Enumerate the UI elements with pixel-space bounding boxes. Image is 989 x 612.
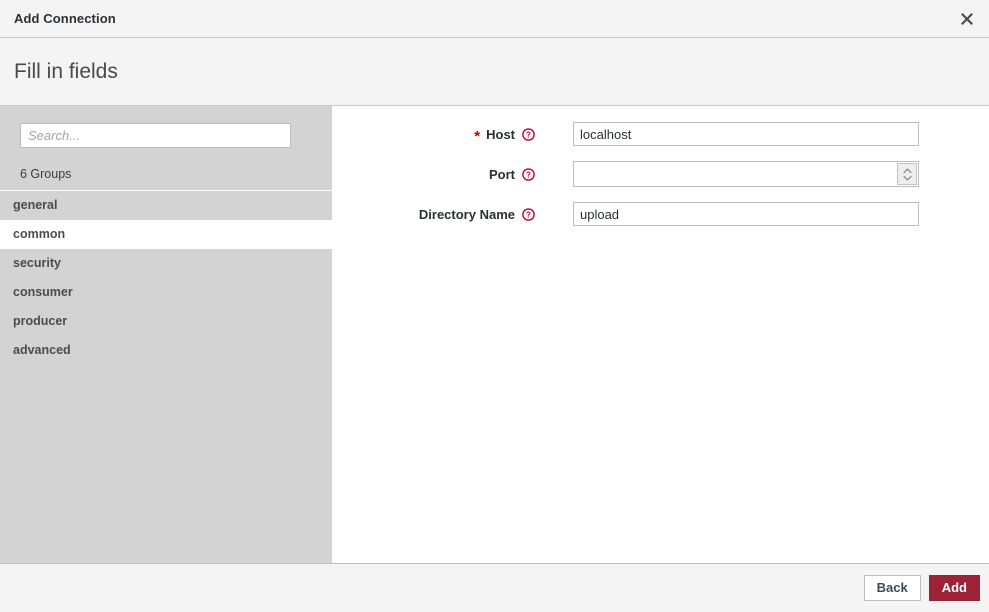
page-title: Fill in fields (14, 59, 118, 83)
search-wrap (0, 123, 332, 148)
field-control-port (573, 161, 919, 187)
field-label-text-directory-name: Directory Name (418, 206, 515, 222)
help-circle-icon[interactable]: ? (522, 207, 535, 221)
back-button[interactable]: Back (863, 575, 921, 601)
sidebar-item-general[interactable]: general (0, 191, 332, 220)
field-row-host: * Host ? (332, 120, 989, 148)
port-input[interactable] (573, 161, 919, 187)
group-list: general common security consumer produce… (0, 190, 332, 365)
field-label-text-port: Port (489, 166, 515, 182)
required-marker-host: * (474, 127, 481, 145)
field-control-directory-name (573, 202, 919, 226)
svg-text:?: ? (526, 210, 531, 219)
add-button[interactable]: Add (928, 575, 980, 601)
field-row-directory-name: Directory Name ? (332, 200, 989, 228)
sidebar-item-producer[interactable]: producer (0, 307, 332, 336)
dialog-footer: Back Add (0, 563, 989, 612)
spinner-stepper-icon[interactable] (897, 163, 917, 185)
sidebar-item-security[interactable]: security (0, 249, 332, 278)
port-spinner (573, 161, 919, 187)
search-input[interactable] (20, 123, 291, 148)
close-icon[interactable] (953, 5, 981, 33)
help-circle-icon[interactable]: ? (522, 167, 535, 181)
directory-name-input[interactable] (573, 202, 919, 226)
host-input[interactable] (573, 122, 919, 146)
dialog-titlebar: Add Connection (0, 0, 989, 38)
groups-sidebar: 6 Groups general common security consume… (0, 106, 332, 563)
sidebar-filler (0, 365, 332, 563)
sidebar-top: 6 Groups (0, 106, 332, 190)
sidebar-item-advanced[interactable]: advanced (0, 336, 332, 365)
field-label-directory-name: Directory Name ? (332, 207, 535, 222)
dialog-body: 6 Groups general common security consume… (0, 106, 989, 563)
svg-text:?: ? (526, 130, 531, 139)
help-circle-icon[interactable]: ? (522, 127, 535, 141)
form-area: * Host ? Port (332, 106, 989, 563)
svg-text:?: ? (526, 170, 531, 179)
groups-count-label: 6 Groups (20, 167, 72, 181)
sidebar-item-common[interactable]: common (0, 220, 332, 249)
field-label-port: Port ? (332, 167, 535, 182)
step-header: Fill in fields (0, 38, 989, 106)
field-label-host: * Host ? (332, 126, 535, 145)
sidebar-item-consumer[interactable]: consumer (0, 278, 332, 307)
field-row-port: Port ? (332, 160, 989, 188)
add-connection-dialog: Add Connection Fill in fields 6 Groups g… (0, 0, 989, 612)
dialog-title: Add Connection (14, 11, 116, 26)
field-control-host (573, 122, 919, 146)
field-label-text-host: Host (486, 126, 515, 142)
